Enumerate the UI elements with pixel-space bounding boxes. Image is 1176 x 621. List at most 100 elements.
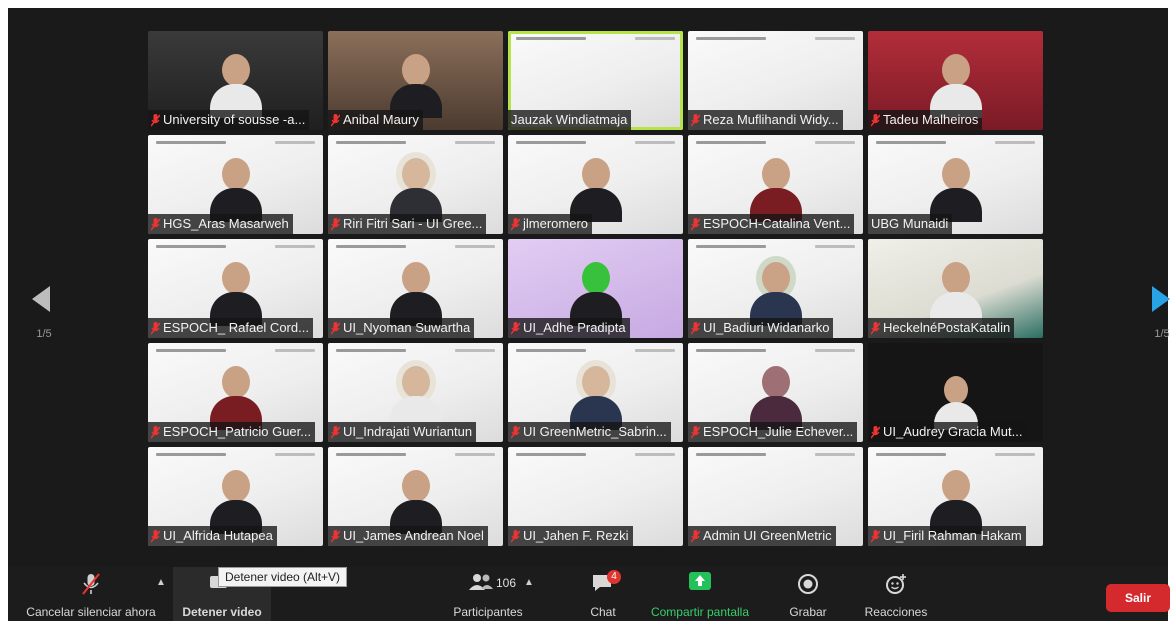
participant-video (569, 154, 622, 222)
muted-mic-icon (151, 113, 160, 127)
participants-options-chevron-icon[interactable]: ▲ (524, 577, 534, 588)
participant-tile[interactable]: Tadeu Malheiros (868, 31, 1043, 130)
participant-name: Anibal Maury (343, 112, 419, 127)
participant-video (933, 372, 978, 430)
participant-video (389, 154, 442, 222)
participant-video (929, 258, 982, 326)
participant-tile[interactable]: UI_Indrajati Wuriantun (328, 343, 503, 442)
participant-tile[interactable]: UI_Badiuri Widanarko (688, 239, 863, 338)
chat-button[interactable]: 4 Chat (573, 567, 633, 621)
participant-tile[interactable]: University of sousse -a... (148, 31, 323, 130)
next-page-arrow-icon[interactable] (1150, 284, 1172, 314)
participant-tile[interactable]: UI GreenMetric_Sabrin... (508, 343, 683, 442)
participants-label: Participantes (453, 605, 523, 619)
participant-nametag: UI_Badiuri Widanarko (688, 318, 834, 338)
page-indicator-right: 1/5 (1154, 328, 1170, 340)
participant-tile[interactable]: Anibal Maury (328, 31, 503, 130)
participant-tile[interactable]: ESPOCH-Catalina Vent... (688, 135, 863, 234)
participant-name: UI_Alfrida Hutapea (163, 528, 273, 543)
muted-mic-icon (511, 217, 520, 231)
chat-label: Chat (590, 605, 616, 619)
participant-tile[interactable]: UI_James Andrean Noel (328, 447, 503, 546)
participant-nametag: HeckelnéPostaKatalin (868, 318, 1015, 338)
share-screen-label: Compartir pantalla (650, 605, 750, 619)
participants-button[interactable]: 106 ▲ Participantes (438, 567, 538, 621)
unmute-label: Cancelar silenciar ahora (26, 605, 156, 619)
muted-mic-icon (691, 529, 700, 543)
muted-mic-icon (871, 113, 880, 127)
participant-tile[interactable]: Reza Muflihandi Widy... (688, 31, 863, 130)
chat-unread-badge: 4 (607, 570, 621, 584)
participants-icon (468, 573, 494, 596)
participant-nametag: UI_Firil Rahman Hakam (868, 526, 1026, 546)
participant-name: UI_Indrajati Wuriantun (343, 424, 473, 439)
participant-name: UI_Adhe Pradipta (523, 320, 626, 335)
participant-tile[interactable]: UI_Alfrida Hutapea (148, 447, 323, 546)
participant-video (389, 466, 442, 534)
muted-mic-icon (151, 321, 160, 335)
participant-tile[interactable]: UBG Munaidi (868, 135, 1043, 234)
record-button[interactable]: Grabar (778, 567, 838, 621)
participant-nametag: ESPOCH_Patricio Guer... (148, 422, 316, 442)
participant-name: ESPOCH_ Rafael Cord... (163, 320, 309, 335)
participant-name: ESPOCH_Patricio Guer... (163, 424, 312, 439)
record-label: Grabar (789, 605, 827, 619)
participant-name: UI_Firil Rahman Hakam (883, 528, 1022, 543)
share-screen-button[interactable]: Compartir pantalla (640, 567, 760, 621)
muted-mic-icon (331, 113, 340, 127)
participant-video (389, 258, 442, 326)
participant-nametag: UI GreenMetric_Sabrin... (508, 422, 671, 442)
muted-mic-icon (511, 529, 520, 543)
participant-video (209, 466, 262, 534)
muted-mic-icon (151, 425, 160, 439)
participant-name: HeckelnéPostaKatalin (883, 320, 1011, 335)
participant-name: Jauzak Windiatmaja (511, 112, 628, 127)
mute-options-chevron-icon[interactable]: ▲ (156, 577, 166, 588)
participant-nametag: ESPOCH-Catalina Vent... (688, 214, 855, 234)
unmute-button[interactable]: ▲ Cancelar silenciar ahora (16, 567, 166, 621)
zoom-app: 1/5 1/5 University of sousse -a... Aniba… (0, 0, 1176, 621)
participant-video (209, 50, 262, 118)
participant-name: University of sousse -a... (163, 112, 306, 127)
participant-tile[interactable]: ESPOCH_Julie Echever... (688, 343, 863, 442)
muted-mic-icon (511, 321, 520, 335)
participant-tile[interactable]: jlmeromero (508, 135, 683, 234)
muted-microphone-icon (82, 573, 100, 600)
participant-tile[interactable]: UI_Adhe Pradipta (508, 239, 683, 338)
stop-video-tooltip: Detener video (Alt+V) (218, 567, 348, 587)
meeting-toolbar: ▲ Cancelar silenciar ahora Detener video… (8, 567, 1168, 621)
participant-tile[interactable]: UI_Firil Rahman Hakam (868, 447, 1043, 546)
muted-mic-icon (151, 529, 160, 543)
participant-video (929, 50, 982, 118)
muted-mic-icon (331, 217, 340, 231)
participant-tile[interactable]: ESPOCH_Patricio Guer... (148, 343, 323, 442)
participant-video (209, 154, 262, 222)
participant-tile[interactable]: UI_Audrey Gracia Mut... (868, 343, 1043, 442)
leave-meeting-button[interactable]: Salir (1106, 584, 1170, 612)
participant-tile[interactable]: HeckelnéPostaKatalin (868, 239, 1043, 338)
participant-video (749, 258, 802, 326)
participant-nametag: jlmeromero (508, 214, 593, 234)
participant-nametag: HGS_Aras Masarweh (148, 214, 293, 234)
participant-nametag: University of sousse -a... (148, 110, 310, 130)
participant-name: UI_Badiuri Widanarko (703, 320, 830, 335)
participant-nametag: ESPOCH_Julie Echever... (688, 422, 858, 442)
participant-tile[interactable]: Admin UI GreenMetric (688, 447, 863, 546)
participant-tile[interactable]: HGS_Aras Masarweh (148, 135, 323, 234)
participant-tile[interactable]: UI_Jahen F. Rezki (508, 447, 683, 546)
participant-nametag: Anibal Maury (328, 110, 423, 130)
participant-tile-active-speaker[interactable]: Jauzak Windiatmaja (508, 31, 683, 130)
participant-name: UI_James Andrean Noel (343, 528, 484, 543)
participant-tile[interactable]: ESPOCH_ Rafael Cord... (148, 239, 323, 338)
participant-nametag: Tadeu Malheiros (868, 110, 983, 130)
record-icon (797, 573, 819, 600)
participant-nametag: UI_Audrey Gracia Mut... (868, 422, 1027, 442)
participant-nametag: UI_Indrajati Wuriantun (328, 422, 477, 442)
previous-page-arrow-icon[interactable] (30, 284, 52, 314)
participant-video (209, 362, 262, 430)
participant-tile[interactable]: UI_Nyoman Suwartha (328, 239, 503, 338)
muted-mic-icon (151, 217, 160, 231)
reactions-button[interactable]: Reacciones (856, 567, 936, 621)
participant-nametag: UI_Adhe Pradipta (508, 318, 630, 338)
participant-tile[interactable]: Riri Fitri Sari - UI Gree... (328, 135, 503, 234)
